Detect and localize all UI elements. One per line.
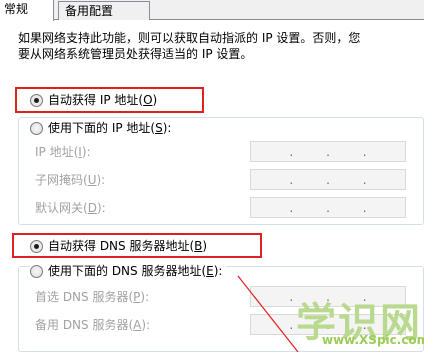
watermark-url: www.XSpic.com bbox=[322, 333, 424, 347]
